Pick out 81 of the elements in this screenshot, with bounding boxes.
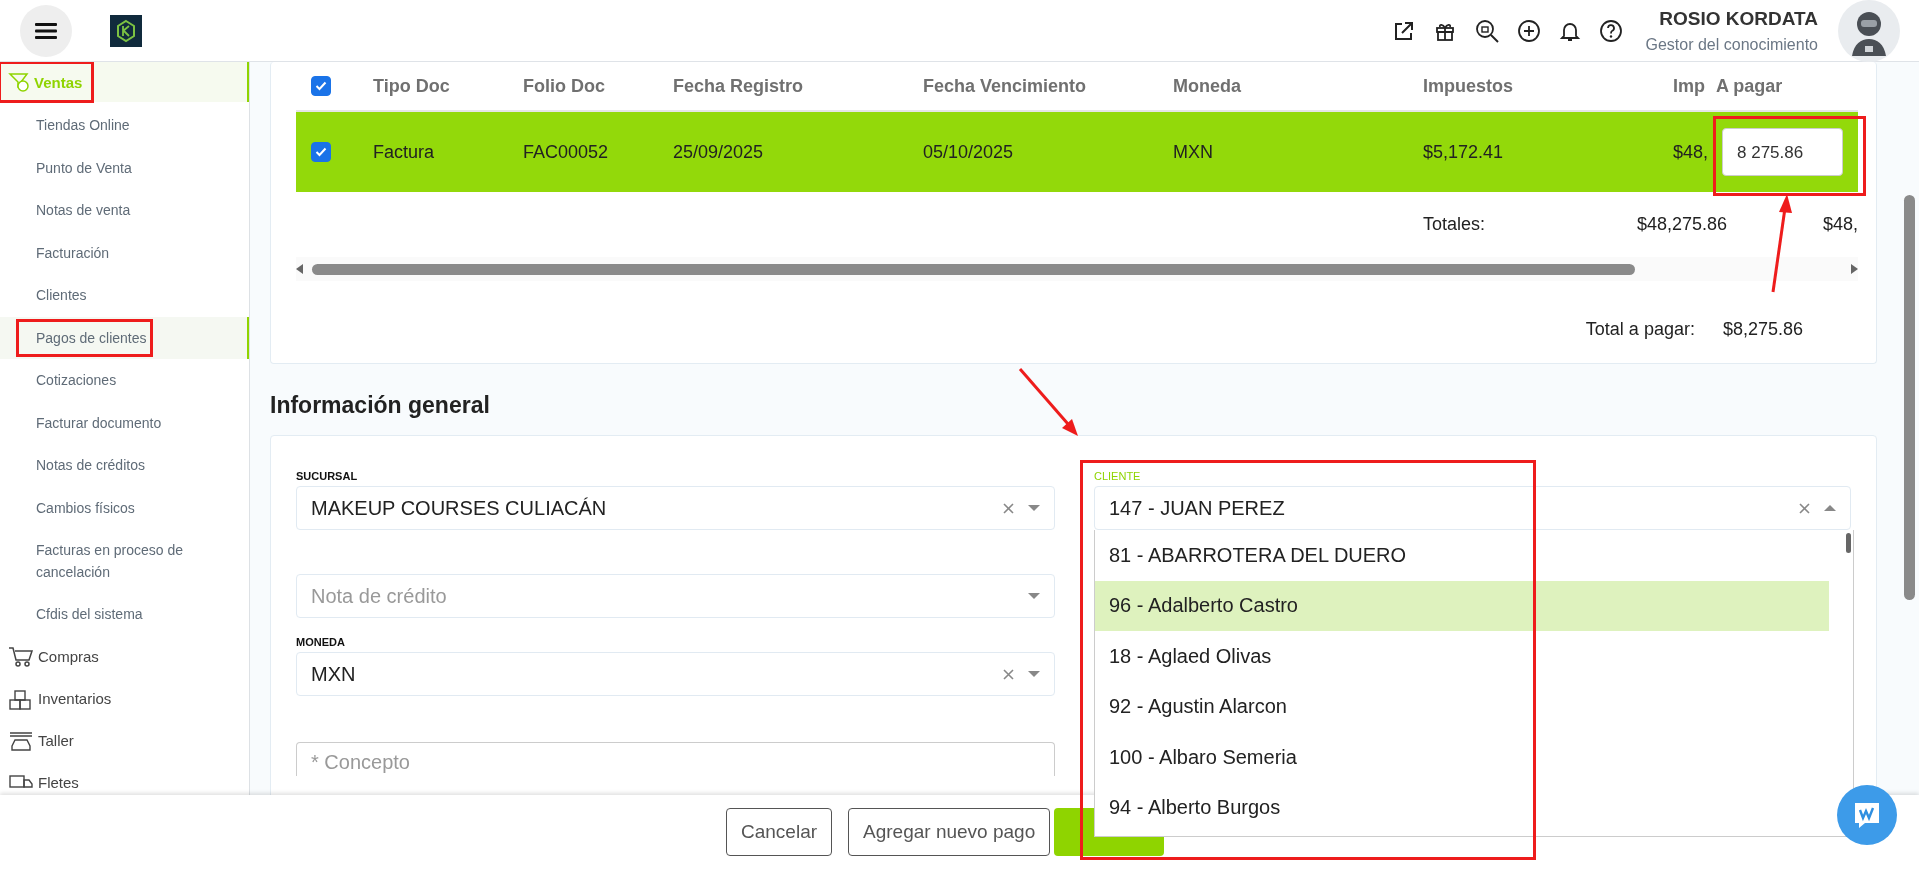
sidebar-item[interactable]: Taller [0,719,249,762]
dropdown-option[interactable]: 18 - Aglaed Olivas [1095,631,1829,682]
sidebar-item[interactable]: Clientes [0,274,249,317]
sidebar-item[interactable]: Notas de venta [0,189,249,232]
annotation-arrow [1018,368,1078,436]
select-field[interactable]: MAKEUP COURSES CULIACÁN [296,486,1055,530]
caret-icon[interactable] [1028,505,1040,511]
avatar-icon[interactable] [1838,0,1900,62]
column-header: Fecha Registro [673,75,805,97]
table-cell-text: FAC00052 [523,141,610,163]
field-label: CLIENTE [1094,470,1142,484]
total-to-pay-label: Total a pagar: [1585,319,1695,340]
dropdown-option[interactable]: 94 - Alberto Burgos [1095,782,1829,833]
scroll-right-icon[interactable] [1850,264,1858,274]
amount-input[interactable]: 8 275.86 [1722,128,1843,176]
column-header: Folio Doc [523,75,606,97]
add-icon[interactable] [1517,18,1542,43]
vertical-scrollbar[interactable] [1904,195,1915,600]
boxes-icon [8,687,34,710]
footer-button[interactable]: Agregar nuevo pago [848,808,1051,856]
car-wrench-icon [8,729,34,752]
concept-field[interactable]: * Concepto [296,742,1055,776]
cart-icon [8,645,34,668]
table-cell-text: $48, [1673,141,1710,163]
sidebar-item[interactable]: Facturación [0,231,249,274]
table-cell-text: Factura [373,141,436,163]
menu-icon [35,21,57,40]
sidebar-item[interactable]: Pagos de clientes [0,316,249,359]
dropdown-option[interactable]: 81 - ABARROTERA DEL DUERO [1095,530,1829,581]
total-value: $48,275.86 [1637,214,1729,235]
clear-icon[interactable] [1799,502,1810,514]
dropdown-option[interactable]: 96 - Adalberto Castro [1095,580,1829,631]
funnel-coin-icon [8,71,30,93]
totals-label: Totales: [1423,214,1487,235]
sidebar-item[interactable]: Cotizaciones [0,359,249,402]
total-to-pay-value: $8,275.86 [1722,319,1803,340]
clear-icon[interactable] [1003,502,1014,514]
field-label: SUCURSAL [296,470,359,484]
footer-button[interactable]: Cancelar [726,808,833,856]
dropdown-option[interactable]: 100 - Albaro Semeria [1095,732,1829,783]
caret-icon[interactable] [1028,593,1040,599]
checkbox[interactable] [311,76,331,96]
select-field[interactable]: MXN [296,652,1055,696]
table-cell-text: 05/10/2025 [923,141,1015,163]
logo-icon [110,14,142,47]
column-header: Moneda [1173,75,1242,97]
field-label: MONEDA [296,636,346,650]
column-header: A pagar [1716,75,1784,97]
dropdown-option[interactable]: 92 - Agustin Alarcon [1095,681,1829,732]
column-header: Tipo Doc [373,75,451,97]
table-cell-text: $5,172.41 [1423,141,1505,163]
user-name: ROSIO KORDATA [1659,7,1818,30]
table-cell-text: MXN [1173,141,1214,163]
checkbox[interactable] [311,142,331,162]
column-header: Fecha Vencimiento [923,75,1088,97]
section-title: Información general [270,392,491,419]
sidebar-item[interactable]: Inventarios [0,677,249,720]
column-header: Impuestos [1423,75,1515,97]
sidebar-item[interactable]: Notas de créditos [0,444,249,487]
caret-icon[interactable] [1824,505,1836,511]
total-value: $48, [1823,214,1858,235]
clear-icon[interactable] [1003,668,1014,680]
sidebar-item[interactable]: Compras [0,635,249,678]
sidebar-item[interactable]: Cfdis del sistema [0,593,249,636]
check-icon [315,147,327,157]
sidebar-item[interactable]: Tiendas Online [0,104,249,147]
sidebar-item[interactable]: Facturar documento [0,401,249,444]
sidebar-item[interactable]: Punto de Venta [0,146,249,189]
column-header: Imp [1673,75,1706,97]
help-icon[interactable] [1599,18,1624,43]
scroll-left-icon[interactable] [296,264,304,274]
search-icon[interactable] [1474,17,1501,44]
sidebar-item[interactable]: Fletes [0,761,249,795]
sidebar-item[interactable]: Cambios físicos [0,486,249,529]
caret-icon[interactable] [1028,671,1040,677]
user-role: Gestor del conocimiento [1645,35,1818,54]
table-cell-text: 25/09/2025 [673,141,765,163]
sidebar-item[interactable]: Facturas en proceso de cancelación [0,529,249,593]
check-icon [315,81,327,91]
horizontal-scrollbar[interactable] [296,257,1858,281]
scrollbar-thumb[interactable] [1846,533,1851,553]
